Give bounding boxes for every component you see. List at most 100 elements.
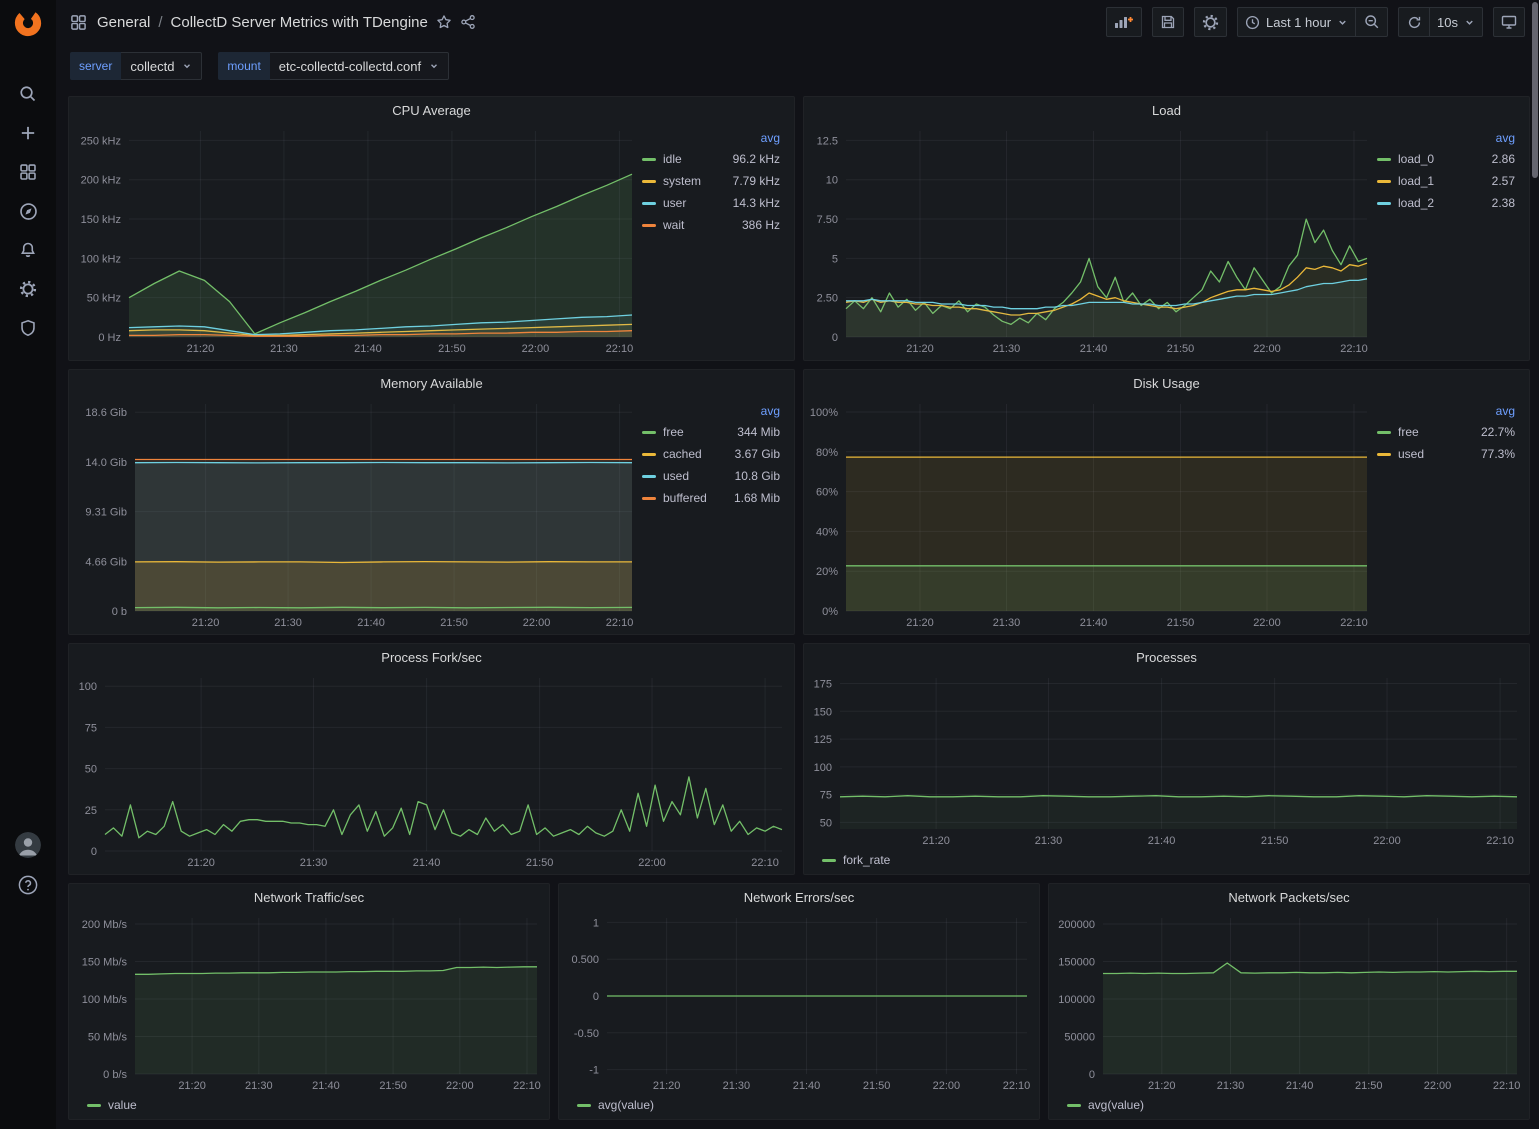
load-chart[interactable]: 02.5057.501012.521:2021:3021:4021:5022:0… [810, 123, 1373, 357]
network-errors-chart[interactable]: -1-0.5000.500121:2021:3021:4021:5022:002… [565, 910, 1033, 1094]
dashboard-grid-icon[interactable] [70, 14, 87, 31]
panel-title[interactable]: Network Errors/sec [559, 884, 1039, 910]
explore-compass-icon[interactable] [8, 199, 48, 223]
refresh-interval-button[interactable]: 10s [1430, 7, 1483, 37]
dashboards-icon[interactable] [8, 160, 48, 184]
grafana-logo[interactable] [13, 8, 43, 38]
legend-item-buffered[interactable]: buffered1.68 Mib [642, 490, 780, 507]
series-avg-value: 96.2 kHz [733, 151, 780, 168]
create-plus-icon[interactable] [8, 121, 48, 145]
svg-text:200 kHz: 200 kHz [81, 175, 121, 187]
network-traffic-chart[interactable]: 0 b/s50 Mb/s100 Mb/s150 Mb/s200 Mb/s21:2… [75, 910, 543, 1094]
network-packets-legend: avg(value) [1055, 1094, 1523, 1116]
add-panel-button[interactable] [1106, 7, 1142, 37]
panel-title[interactable]: Process Fork/sec [69, 644, 794, 670]
series-color-marker [1377, 453, 1391, 456]
svg-text:21:20: 21:20 [922, 835, 950, 847]
help-icon[interactable] [8, 873, 48, 897]
scrollbar-thumb[interactable] [1532, 2, 1538, 178]
panel-title[interactable]: Disk Usage [804, 370, 1529, 396]
processes-chart[interactable]: 507510012515017521:2021:3021:4021:5022:0… [810, 670, 1523, 849]
legend-item-load_0[interactable]: load_02.86 [1377, 151, 1515, 168]
svg-text:100 Mb/s: 100 Mb/s [82, 994, 128, 1006]
svg-text:18.6 Gib: 18.6 Gib [85, 407, 127, 419]
disk-usage-chart[interactable]: 0%20%40%60%80%100%21:2021:3021:4021:5022… [810, 396, 1373, 631]
server-admin-shield-icon[interactable] [8, 316, 48, 340]
user-avatar[interactable] [15, 832, 41, 858]
legend-item-avg(value)[interactable]: avg(value) [1067, 1097, 1144, 1114]
save-dashboard-button[interactable] [1152, 7, 1184, 37]
grafana-app: General / CollectD Server Metrics with T… [0, 0, 1539, 1129]
series-color-marker [642, 431, 656, 434]
svg-text:21:40: 21:40 [354, 343, 382, 355]
cpu-average-chart[interactable]: 0 Hz50 kHz100 kHz150 kHz200 kHz250 kHz21… [75, 123, 638, 357]
time-range-label: Last 1 hour [1266, 15, 1331, 30]
panel-network-traffic: Network Traffic/sec 0 b/s50 Mb/s100 Mb/s… [68, 883, 550, 1120]
series-color-marker [87, 1104, 101, 1107]
server-select[interactable]: collectd [121, 52, 202, 80]
disk-usage-legend: avg free22.7% used77.3% [1373, 396, 1523, 631]
legend-item-load_1[interactable]: load_12.57 [1377, 173, 1515, 190]
legend-item-value[interactable]: value [87, 1097, 137, 1114]
legend-item-system[interactable]: system7.79 kHz [642, 173, 780, 190]
alerting-bell-icon[interactable] [8, 238, 48, 262]
star-icon[interactable] [436, 14, 452, 30]
legend-item-used[interactable]: used77.3% [1377, 446, 1515, 463]
breadcrumb-section[interactable]: General [97, 14, 150, 31]
sidebar-bottom [0, 832, 56, 897]
share-icon[interactable] [460, 14, 476, 30]
time-range-button[interactable]: Last 1 hour [1237, 7, 1356, 37]
svg-text:22:00: 22:00 [1253, 343, 1281, 355]
legend-item-load_2[interactable]: load_22.38 [1377, 195, 1515, 212]
legend-item-used[interactable]: used10.8 Gib [642, 468, 780, 485]
chevron-down-icon [182, 61, 192, 71]
svg-text:200000: 200000 [1058, 919, 1095, 931]
cycle-view-button[interactable] [1493, 7, 1525, 37]
memory-available-chart[interactable]: 0 b4.66 Gib9.31 Gib14.0 Gib18.6 Gib21:20… [75, 396, 638, 631]
legend-item-free[interactable]: free22.7% [1377, 424, 1515, 441]
svg-text:21:40: 21:40 [413, 857, 441, 869]
panel-title[interactable]: Processes [804, 644, 1529, 670]
svg-text:21:40: 21:40 [312, 1080, 340, 1092]
configuration-gear-icon[interactable] [8, 277, 48, 301]
legend-item-free[interactable]: free344 Mib [642, 424, 780, 441]
panel-title[interactable]: Network Traffic/sec [69, 884, 549, 910]
svg-text:0%: 0% [822, 606, 838, 618]
legend-item-cached[interactable]: cached3.67 Gib [642, 446, 780, 463]
network-traffic-legend: value [75, 1094, 543, 1116]
svg-text:22:10: 22:10 [513, 1080, 541, 1092]
series-avg-value: 3.67 Gib [735, 446, 780, 463]
network-packets-chart[interactable]: 05000010000015000020000021:2021:3021:402… [1055, 910, 1523, 1094]
series-name: used [1398, 446, 1424, 463]
zoom-out-button[interactable] [1356, 7, 1388, 37]
zoom-out-icon [1364, 14, 1380, 30]
svg-text:22:00: 22:00 [1373, 835, 1401, 847]
panel-title[interactable]: CPU Average [69, 97, 794, 123]
panel-title[interactable]: Load [804, 97, 1529, 123]
mount-select[interactable]: etc-collectd-collectd.conf [270, 52, 449, 80]
legend-item-user[interactable]: user14.3 kHz [642, 195, 780, 212]
series-name: avg(value) [598, 1097, 654, 1114]
legend-item-avg(value)[interactable]: avg(value) [577, 1097, 654, 1114]
panel-title[interactable]: Memory Available [69, 370, 794, 396]
legend-item-idle[interactable]: idle96.2 kHz [642, 151, 780, 168]
svg-text:21:30: 21:30 [1035, 835, 1063, 847]
svg-text:7.50: 7.50 [817, 214, 838, 226]
legend-header: avg [1377, 404, 1515, 418]
process-fork-chart[interactable]: 025507510021:2021:3021:4021:5022:0022:10 [75, 670, 788, 871]
legend-item-fork_rate[interactable]: fork_rate [822, 852, 890, 869]
series-name: system [663, 173, 701, 190]
legend-item-wait[interactable]: wait386 Hz [642, 217, 780, 234]
svg-text:21:50: 21:50 [1167, 343, 1195, 355]
search-icon[interactable] [8, 82, 48, 106]
breadcrumb-dashboard-title[interactable]: CollectD Server Metrics with TDengine [171, 14, 428, 31]
panel-title[interactable]: Network Packets/sec [1049, 884, 1529, 910]
series-avg-value: 2.38 [1492, 195, 1515, 212]
series-color-marker [642, 224, 656, 227]
dashboard-settings-button[interactable] [1194, 7, 1227, 37]
svg-text:50: 50 [820, 817, 832, 829]
refresh-button[interactable] [1398, 7, 1430, 37]
svg-text:175: 175 [814, 679, 832, 691]
svg-text:21:20: 21:20 [187, 857, 215, 869]
svg-text:20%: 20% [816, 566, 838, 578]
